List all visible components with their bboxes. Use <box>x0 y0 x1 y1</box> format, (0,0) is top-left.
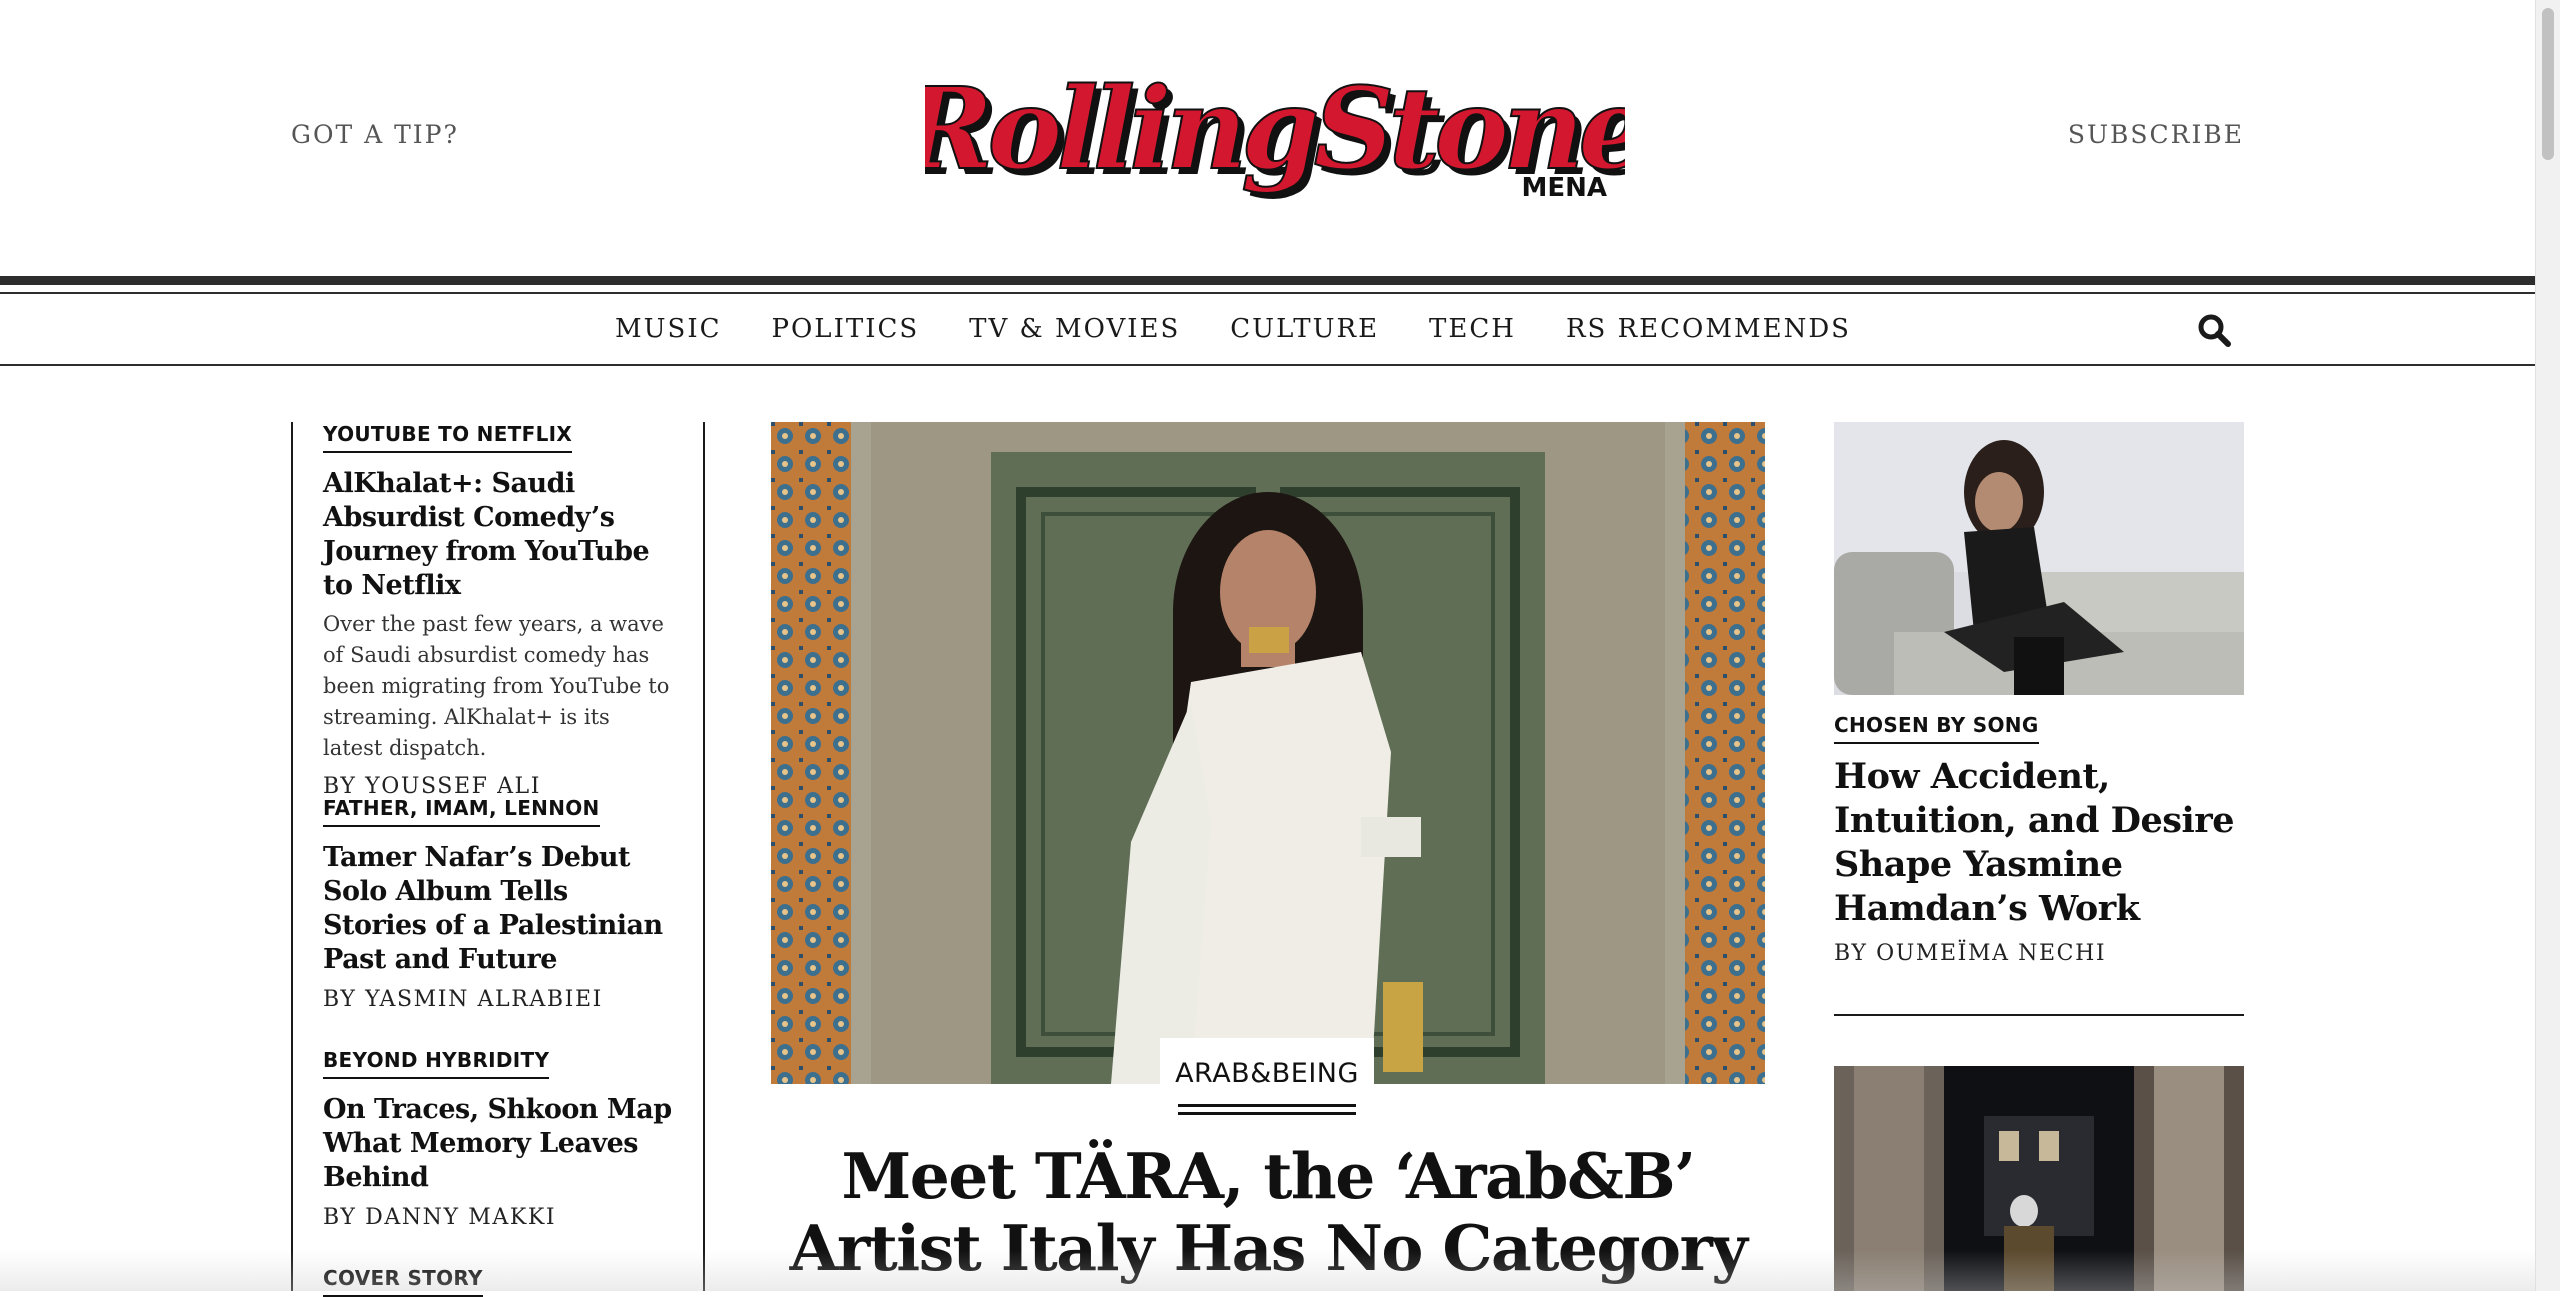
story-card: FATHER, IMAM, LENNON Tamer Nafar’s Debut… <box>323 796 673 1012</box>
logo-wordmark: RollingStone <box>925 64 1625 195</box>
search-icon[interactable] <box>2196 312 2232 348</box>
hero-headline[interactable]: Meet TÄRA, the ‘Arab&B’ Artist Italy Has… <box>771 1140 1765 1284</box>
page: GOT A TIP? RollingStone RollingStone MEN… <box>0 0 2536 1297</box>
nav-culture[interactable]: CULTURE <box>1230 314 1379 344</box>
story-kicker[interactable]: YOUTUBE TO NETFLIX <box>323 422 573 453</box>
story-byline[interactable]: BY DANNY MAKKI <box>323 1205 673 1230</box>
story-kicker[interactable]: FATHER, IMAM, LENNON <box>323 796 600 827</box>
nav-tv-movies[interactable]: TV & MOVIES <box>969 314 1180 344</box>
page-scrollbar[interactable] <box>2535 0 2560 1291</box>
story-title[interactable]: AlKhalat+: Saudi Absurdist Comedy’s Jour… <box>323 467 673 603</box>
story-kicker[interactable]: COVER STORY <box>323 1266 483 1297</box>
story-kicker[interactable]: CHOSEN BY SONG <box>1834 713 2039 744</box>
tag-underline <box>1178 1112 1356 1115</box>
hero-image[interactable] <box>771 422 1765 1084</box>
story-kicker[interactable]: BEYOND HYBRIDITY <box>323 1048 550 1079</box>
story-byline[interactable]: BY YASMIN ALRABIEI <box>323 987 673 1012</box>
nav-politics[interactable]: POLITICS <box>772 314 920 344</box>
hero-category-label: ARAB&BEING <box>1175 1058 1359 1089</box>
scrollbar-thumb[interactable] <box>2542 8 2554 160</box>
right-story-image[interactable] <box>1834 422 2244 695</box>
story-title[interactable]: On Traces, Shkoon Map What Memory Leaves… <box>323 1093 673 1195</box>
nav-tech[interactable]: TECH <box>1429 314 1516 344</box>
story-card: BEYOND HYBRIDITY On Traces, Shkoon Map W… <box>323 1048 673 1230</box>
logo-mena: MENA <box>1521 173 1607 203</box>
column-divider <box>1834 1014 2244 1016</box>
tag-underline <box>1178 1104 1356 1107</box>
header-rule-thick <box>0 276 2536 285</box>
hero-category-tag[interactable]: ARAB&BEING <box>1160 1038 1374 1118</box>
story-title[interactable]: Tamer Nafar’s Debut Solo Album Tells Sto… <box>323 841 673 977</box>
main-nav: MUSIC POLITICS TV & MOVIES CULTURE TECH … <box>0 294 2536 364</box>
right-story-image[interactable] <box>1834 1066 2244 1291</box>
story-dek: Over the past few years, a wave of Saudi… <box>323 612 670 760</box>
nav-rs-recommends[interactable]: RS RECOMMENDS <box>1566 314 1851 344</box>
story-card: YOUTUBE TO NETFLIX AlKhalat+: Saudi Absu… <box>323 422 673 799</box>
nav-rule-bottom <box>0 364 2536 366</box>
got-a-tip-link[interactable]: GOT A TIP? <box>291 120 459 149</box>
subscribe-link[interactable]: SUBSCRIBE <box>2068 120 2244 149</box>
rolling-stone-logo[interactable]: RollingStone RollingStone MENA <box>896 62 1657 212</box>
story-card: COVER STORY <box>323 1266 673 1297</box>
story-byline[interactable]: BY OUMEÏMA NECHI <box>1834 941 2106 966</box>
story-title[interactable]: How Accident, Intuition, and Desire Shap… <box>1834 755 2244 931</box>
nav-music[interactable]: MUSIC <box>615 314 722 344</box>
left-story-column: YOUTUBE TO NETFLIX AlKhalat+: Saudi Absu… <box>291 422 705 1297</box>
